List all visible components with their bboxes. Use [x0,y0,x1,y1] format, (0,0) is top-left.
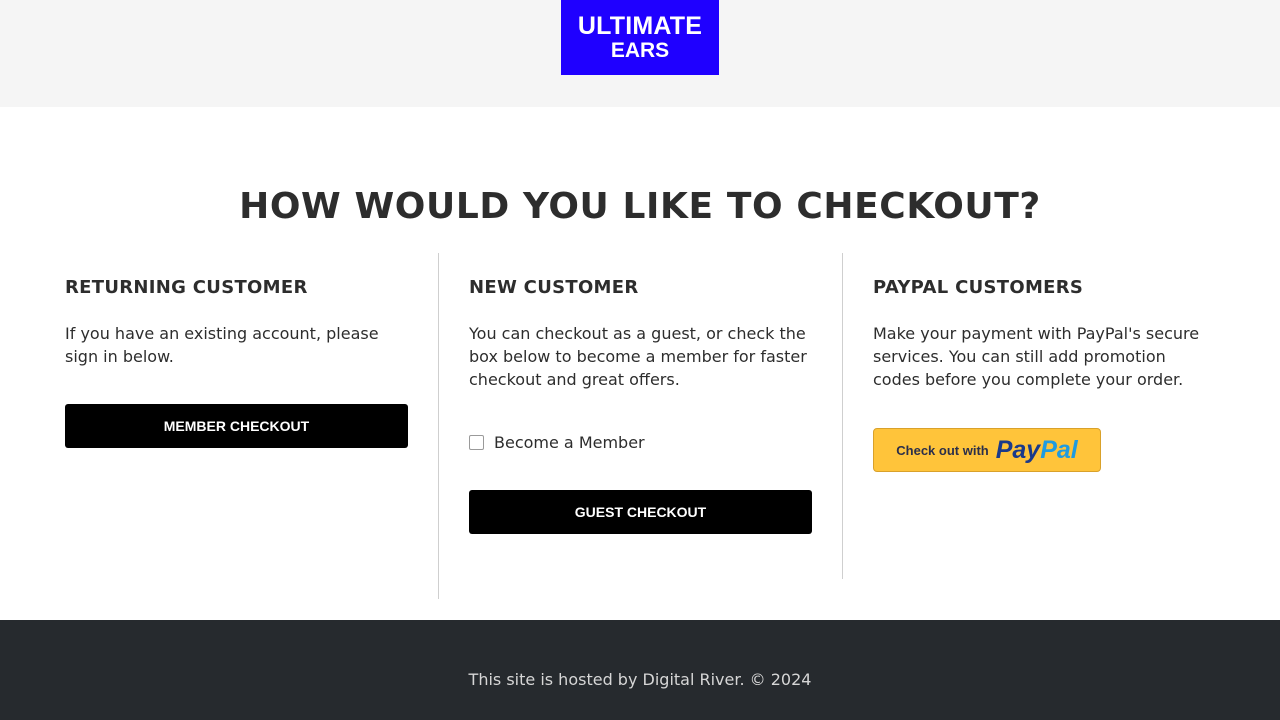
new-customer-description: You can checkout as a guest, or check th… [469,324,807,389]
column-divider [438,253,439,599]
paypal-logo-pay: Pay [995,435,1041,464]
new-customer-heading: NEW CUSTOMER [469,277,639,298]
footer-text: This site is hosted by Digital River. © … [468,670,812,689]
column-divider [842,253,843,579]
paypal-customers-description: Make your payment with PayPal's secure s… [873,324,1200,389]
paypal-customers-heading: PAYPAL CUSTOMERS [873,277,1084,298]
guest-checkout-button[interactable]: GUEST CHECKOUT [469,490,812,534]
new-customer-section: NEW CUSTOMER You can checkout as a guest… [469,253,812,391]
ultimate-ears-logo[interactable]: ULTIMATE EARS [561,0,719,75]
returning-customer-heading: RETURNING CUSTOMER [65,277,308,298]
returning-customer-description: If you have an existing account, please … [65,324,379,366]
returning-customer-section: RETURNING CUSTOMER If you have an existi… [65,253,408,368]
footer: This site is hosted by Digital River. © … [0,620,1280,720]
logo-line-2: EARS [610,39,670,62]
paypal-button-prefix: Check out with [896,442,989,458]
paypal-logo-pal: Pal [1040,435,1078,464]
paypal-customers-section: PAYPAL CUSTOMERS Make your payment with … [873,253,1213,391]
paypal-checkout-button[interactable]: Check out with PayPal [873,428,1101,472]
become-member-option[interactable]: Become a Member [469,431,645,453]
become-member-checkbox[interactable] [469,434,484,450]
become-member-label[interactable]: Become a Member [494,433,645,452]
logo-line-1: ULTIMATE [577,12,703,40]
header-bar: ULTIMATE EARS [0,0,1280,107]
page-title: HOW WOULD YOU LIKE TO CHECKOUT? [239,186,1041,227]
member-checkout-button[interactable]: MEMBER CHECKOUT [65,404,408,448]
paypal-logo: PayPal [996,436,1078,465]
